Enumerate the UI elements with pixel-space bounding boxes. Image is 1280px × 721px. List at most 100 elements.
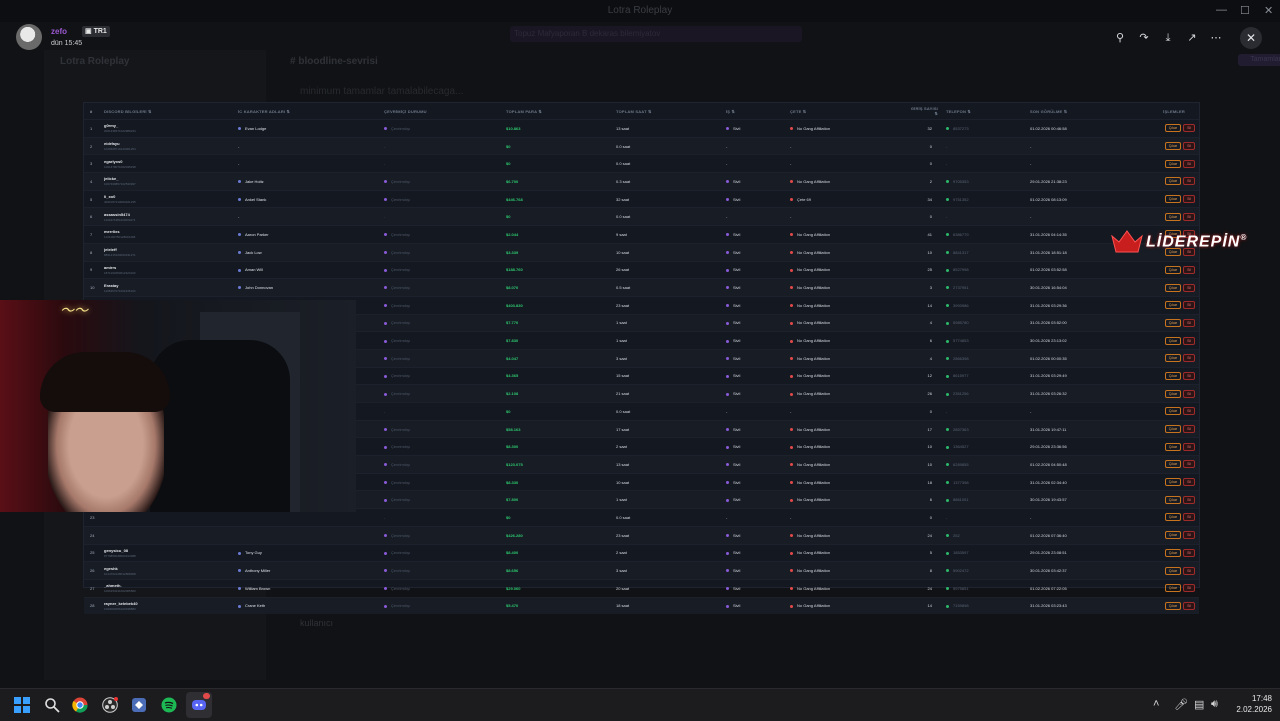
delete-button[interactable]: Sil: [1183, 460, 1195, 469]
delete-button[interactable]: Sil: [1183, 495, 1195, 504]
windows-start-icon[interactable]: [14, 697, 30, 713]
kick-button[interactable]: Çıkar: [1164, 601, 1182, 610]
kick-button[interactable]: Çıkar: [1164, 318, 1182, 327]
header-ic-name[interactable]: İC KARAKTER ADLARI ⇅: [238, 103, 384, 120]
delete-button[interactable]: Sil: [1183, 601, 1195, 610]
delete-button[interactable]: Sil: [1183, 283, 1195, 292]
kick-button[interactable]: Çıkar: [1164, 548, 1182, 557]
volume-icon[interactable]: 🔊︎: [1211, 698, 1218, 711]
delete-button[interactable]: Sil: [1183, 513, 1195, 522]
kick-button[interactable]: Çıkar: [1164, 460, 1182, 469]
header-last-seen[interactable]: SON GÖRÜLME ⇅: [1030, 103, 1130, 120]
kick-button[interactable]: Çıkar: [1164, 354, 1182, 363]
discord-name[interactable]: _ahmeth.: [104, 583, 238, 588]
kick-button[interactable]: Çıkar: [1164, 142, 1182, 151]
discord-name[interactable]: Erastay: [104, 283, 238, 288]
discord-name[interactable]: rayner_kelebek40: [104, 601, 238, 606]
delete-button[interactable]: Sil: [1183, 566, 1195, 575]
hours-value: 9 saat: [616, 231, 627, 237]
delete-button[interactable]: Sil: [1183, 318, 1195, 327]
header-phone[interactable]: TELEFON ⇅: [946, 103, 1030, 120]
delete-button[interactable]: Sil: [1183, 159, 1195, 168]
open-external-icon[interactable]: ↗: [1184, 30, 1200, 46]
gang-value: No Gang Affiliation: [797, 355, 831, 361]
discord-name[interactable]: amirrs: [104, 265, 238, 270]
kick-button[interactable]: Çıkar: [1164, 371, 1182, 380]
search-icon[interactable]: [44, 697, 60, 713]
ic-name: Anthony Miller: [245, 568, 271, 574]
discord-name[interactable]: assassin5474: [104, 212, 238, 217]
microphone-icon[interactable]: 🎤︎: [1174, 698, 1188, 711]
discord-name[interactable]: jeleleff: [104, 247, 238, 252]
discord-name[interactable]: egeshk: [104, 566, 238, 571]
discord-name[interactable]: eidrfayu: [104, 141, 238, 146]
delete-button[interactable]: Sil: [1183, 142, 1195, 151]
delete-button[interactable]: Sil: [1183, 371, 1195, 380]
discord-name[interactable]: merrlixs: [104, 229, 238, 234]
kick-button[interactable]: Çıkar: [1164, 425, 1182, 434]
kick-button[interactable]: Çıkar: [1164, 531, 1182, 540]
discord-name[interactable]: egarlyxs0: [104, 159, 238, 164]
delete-button[interactable]: Sil: [1183, 265, 1195, 274]
kick-button[interactable]: Çıkar: [1164, 124, 1182, 133]
game-launcher-icon[interactable]: [131, 697, 147, 713]
delete-button[interactable]: Sil: [1183, 195, 1195, 204]
delete-button[interactable]: Sil: [1183, 442, 1195, 451]
avatar[interactable]: [16, 24, 42, 50]
phone-icon: [946, 463, 949, 467]
delete-button[interactable]: Sil: [1183, 478, 1195, 487]
kick-button[interactable]: Çıkar: [1164, 584, 1182, 593]
online-status-cell: -: [384, 403, 506, 421]
kick-button[interactable]: Çıkar: [1164, 478, 1182, 487]
kick-button[interactable]: Çıkar: [1164, 495, 1182, 504]
network-icon[interactable]: ▤: [1194, 698, 1204, 711]
header-gang[interactable]: ÇETE ⇅: [790, 103, 910, 120]
tray-overflow-icon[interactable]: ˄: [1153, 698, 1159, 710]
kick-button[interactable]: Çıkar: [1164, 283, 1182, 292]
delete-button[interactable]: Sil: [1183, 354, 1195, 363]
delete-button[interactable]: Sil: [1183, 425, 1195, 434]
delete-button[interactable]: Sil: [1183, 301, 1195, 310]
download-icon[interactable]: ⤓: [1160, 30, 1176, 46]
delete-button[interactable]: Sil: [1183, 584, 1195, 593]
kick-button[interactable]: Çıkar: [1164, 407, 1182, 416]
header-login-count[interactable]: GİRİŞ SAYISI ⇅: [910, 103, 946, 120]
delete-button[interactable]: Sil: [1183, 531, 1195, 540]
spotify-icon[interactable]: [161, 697, 177, 713]
discord-name[interactable]: li_xo0: [104, 194, 238, 199]
delete-button[interactable]: Sil: [1183, 212, 1195, 221]
more-options-icon[interactable]: ⋯: [1208, 30, 1224, 46]
kick-button[interactable]: Çıkar: [1164, 389, 1182, 398]
kick-button[interactable]: Çıkar: [1164, 159, 1182, 168]
header-job[interactable]: İŞ ⇅: [726, 103, 790, 120]
kick-button[interactable]: Çıkar: [1164, 301, 1182, 310]
discord-name[interactable]: g0rmy_: [104, 123, 238, 128]
kick-button[interactable]: Çıkar: [1164, 212, 1182, 221]
zoom-icon[interactable]: ⚲: [1112, 30, 1128, 46]
header-money[interactable]: TOPLAM PARA ⇅: [506, 103, 616, 120]
kick-button[interactable]: Çıkar: [1164, 442, 1182, 451]
delete-button[interactable]: Sil: [1183, 407, 1195, 416]
kick-button[interactable]: Çıkar: [1164, 195, 1182, 204]
delete-button[interactable]: Sil: [1183, 548, 1195, 557]
close-viewer-button[interactable]: ✕: [1240, 27, 1262, 49]
delete-button[interactable]: Sil: [1183, 124, 1195, 133]
discord-taskbar-active[interactable]: [186, 692, 212, 718]
delete-button[interactable]: Sil: [1183, 177, 1195, 186]
username[interactable]: zefo: [51, 27, 67, 36]
kick-button[interactable]: Çıkar: [1164, 513, 1182, 522]
chrome-icon[interactable]: [72, 697, 88, 713]
obs-icon[interactable]: [102, 697, 118, 713]
header-discord[interactable]: DISCORD BİLGİLERİ ⇅: [104, 103, 238, 120]
kick-button[interactable]: Çıkar: [1164, 566, 1182, 575]
discord-name[interactable]: jeiicke_: [104, 176, 238, 181]
header-hours[interactable]: TOPLAM SAAT ⇅: [616, 103, 726, 120]
kick-button[interactable]: Çıkar: [1164, 177, 1182, 186]
kick-button[interactable]: Çıkar: [1164, 336, 1182, 345]
delete-button[interactable]: Sil: [1183, 389, 1195, 398]
delete-button[interactable]: Sil: [1183, 336, 1195, 345]
discord-name[interactable]: genysicu_08: [104, 548, 238, 553]
forward-icon[interactable]: ↷: [1136, 30, 1152, 46]
system-clock[interactable]: 17:48 2.02.2026: [1228, 693, 1272, 715]
kick-button[interactable]: Çıkar: [1164, 265, 1182, 274]
